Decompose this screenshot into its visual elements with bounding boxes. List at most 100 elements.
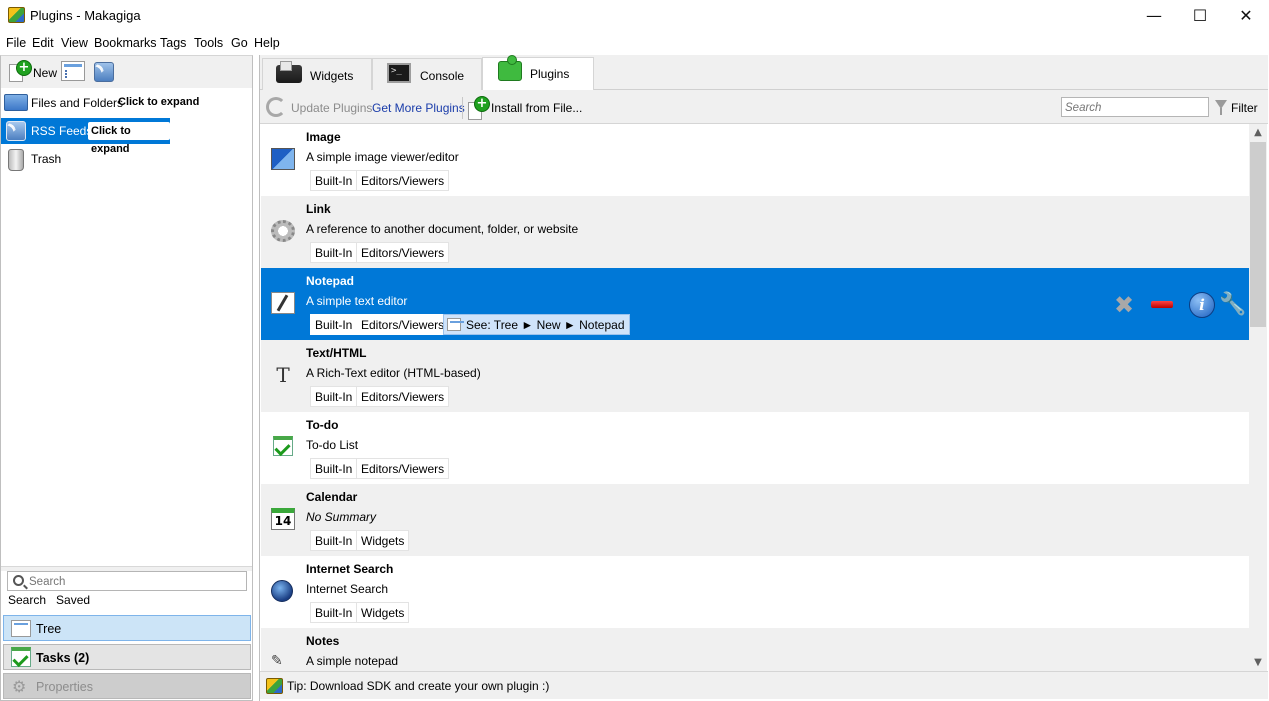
plugin-description: To-do List <box>306 438 359 452</box>
tab-label: Widgets <box>310 69 354 83</box>
plugin-name: Image <box>306 130 341 144</box>
plugin-tag[interactable]: Built-In <box>310 386 358 407</box>
plugin-tag[interactable]: Editors/Viewers <box>356 242 450 263</box>
plugin-tag[interactable]: Widgets <box>356 530 410 551</box>
menu-tags[interactable]: Tags <box>160 36 186 50</box>
text-icon: T <box>276 363 290 387</box>
menu-bar: File Edit View Bookmarks Tags Tools Go H… <box>0 33 1269 53</box>
plugin-row-to-do[interactable]: To-do To-do List Built-In Editors/Viewer… <box>261 412 1249 484</box>
minimize-button[interactable]: — <box>1131 0 1177 31</box>
new-button[interactable]: + New <box>7 60 57 84</box>
plus-icon: + <box>16 60 32 76</box>
menu-edit[interactable]: Edit <box>32 36 54 50</box>
plugin-row-calendar[interactable]: 14 Calendar No Summary Built-In Widgets <box>261 484 1249 556</box>
disable-icon[interactable] <box>1149 292 1175 318</box>
tree-item-label: Trash <box>31 152 62 166</box>
plugin-tag[interactable]: Editors/Viewers <box>356 458 450 479</box>
app-icon <box>8 7 25 23</box>
install-from-file-button[interactable]: Install from File... <box>491 101 582 115</box>
plugin-description: A simple text editor <box>306 294 408 308</box>
plugin-tag[interactable]: Built-In <box>310 602 358 623</box>
left-search-input[interactable] <box>29 574 239 589</box>
expand-hint[interactable]: Click to expand <box>118 96 199 108</box>
image-icon <box>271 148 295 170</box>
plugin-description: Internet Search <box>306 582 389 596</box>
menu-tools[interactable]: Tools <box>194 36 223 50</box>
left-search-box[interactable] <box>7 571 247 591</box>
tree-item-trash[interactable]: Trash <box>1 146 252 172</box>
filter-button[interactable]: Filter <box>1231 101 1258 115</box>
tree-item-label: Files and Folders <box>31 96 124 110</box>
tab-widgets[interactable]: Widgets <box>262 58 372 90</box>
menu-help[interactable]: Help <box>254 36 280 50</box>
plugin-row-text-html[interactable]: T Text/HTML A Rich-Text editor (HTML-bas… <box>261 340 1249 412</box>
plugin-description: A Rich-Text editor (HTML-based) <box>306 366 481 380</box>
plugin-search-box[interactable] <box>1061 97 1209 117</box>
plugin-tag[interactable]: Editors/Viewers <box>356 386 450 407</box>
plugin-tag[interactable]: Built-In <box>310 458 358 479</box>
tab-console[interactable]: Console <box>372 58 482 90</box>
plugin-name: Notes <box>306 634 340 648</box>
see-path-link[interactable]: See: Tree ► New ► Notepad <box>443 314 630 335</box>
plugin-tag[interactable]: Built-In <box>310 530 358 551</box>
tree-view-icon[interactable] <box>61 61 85 81</box>
tree-item-rss-feeds[interactable]: RSS Feeds Click to expand <box>1 118 170 155</box>
scroll-thumb[interactable] <box>1250 142 1266 327</box>
info-icon[interactable]: i <box>1189 292 1215 318</box>
plugin-row-internet-search[interactable]: Internet Search Internet Search Built-In… <box>261 556 1249 628</box>
plugin-row-link[interactable]: Link A reference to another document, fo… <box>261 196 1249 268</box>
puzzle-icon <box>498 55 522 81</box>
tree-item-files-and-folders[interactable]: Files and Folders Click to expand <box>1 90 252 116</box>
folder-icon <box>4 94 28 111</box>
rss-icon[interactable] <box>94 62 114 82</box>
update-plugins-button[interactable]: Update Plugins <box>291 101 372 115</box>
widgets-icon <box>276 61 302 83</box>
plugin-list: Image A simple image viewer/editor Built… <box>261 124 1249 671</box>
plugin-description: A simple notepad <box>306 654 399 668</box>
plugin-description: No Summary <box>306 510 377 524</box>
filter-icon[interactable] <box>1215 100 1227 115</box>
plugin-tag[interactable]: Widgets <box>356 602 410 623</box>
tree-icon <box>11 620 31 637</box>
nav-label: Properties <box>36 680 93 694</box>
plugin-tag[interactable]: Built-In <box>310 242 358 263</box>
plugin-tag[interactable]: Editors/Viewers <box>356 170 450 191</box>
remove-icon[interactable]: ✖ <box>1111 292 1137 318</box>
get-more-plugins-link[interactable]: Get More Plugins <box>372 101 465 115</box>
scroll-down-icon[interactable]: ▼ <box>1249 654 1267 671</box>
plugin-tag[interactable]: Editors/Viewers <box>356 314 450 335</box>
plugin-tag[interactable]: Built-In <box>310 170 358 191</box>
nav-tasks[interactable]: Tasks (2) <box>3 644 251 670</box>
nav-tree[interactable]: Tree <box>3 615 251 641</box>
menu-go[interactable]: Go <box>231 36 248 50</box>
window-title: Plugins - Makagiga <box>30 8 141 23</box>
plugin-row-image[interactable]: Image A simple image viewer/editor Built… <box>261 124 1249 196</box>
wrench-icon[interactable]: 🔧 <box>1219 292 1246 318</box>
nav-properties[interactable]: ⚙ Properties <box>3 673 251 699</box>
refresh-icon <box>266 97 286 117</box>
menu-file[interactable]: File <box>6 36 26 50</box>
tree-item-label: RSS Feeds <box>31 124 93 138</box>
tree-icon <box>447 318 464 331</box>
close-button[interactable]: ✕ <box>1223 0 1269 31</box>
install-icon[interactable]: + <box>466 95 490 121</box>
menu-view[interactable]: View <box>61 36 88 50</box>
maximize-button[interactable]: ☐ <box>1177 0 1223 31</box>
plugin-list-scrollbar[interactable]: ▲ ▼ <box>1249 124 1267 671</box>
trash-icon <box>8 149 24 171</box>
plugin-name: Link <box>306 202 331 216</box>
search-icon <box>13 575 24 586</box>
search-link[interactable]: Search <box>8 593 46 607</box>
plugin-search-input[interactable] <box>1065 100 1205 115</box>
plugin-row-notes[interactable]: ✎ Notes A simple notepad <box>261 628 1249 671</box>
plugin-tag[interactable]: Built-In <box>310 314 358 335</box>
scroll-up-icon[interactable]: ▲ <box>1249 124 1267 141</box>
plugin-name: Internet Search <box>306 562 394 576</box>
expand-hint[interactable]: Click to expand <box>88 122 170 155</box>
tab-plugins[interactable]: Plugins <box>482 55 594 90</box>
nav-label: Tree <box>36 622 62 636</box>
plugin-row-notepad[interactable]: Notepad A simple text editor Built-In Ed… <box>261 268 1249 340</box>
saved-link[interactable]: Saved <box>56 593 90 607</box>
check-icon <box>273 436 293 456</box>
menu-bookmarks[interactable]: Bookmarks <box>94 36 157 50</box>
